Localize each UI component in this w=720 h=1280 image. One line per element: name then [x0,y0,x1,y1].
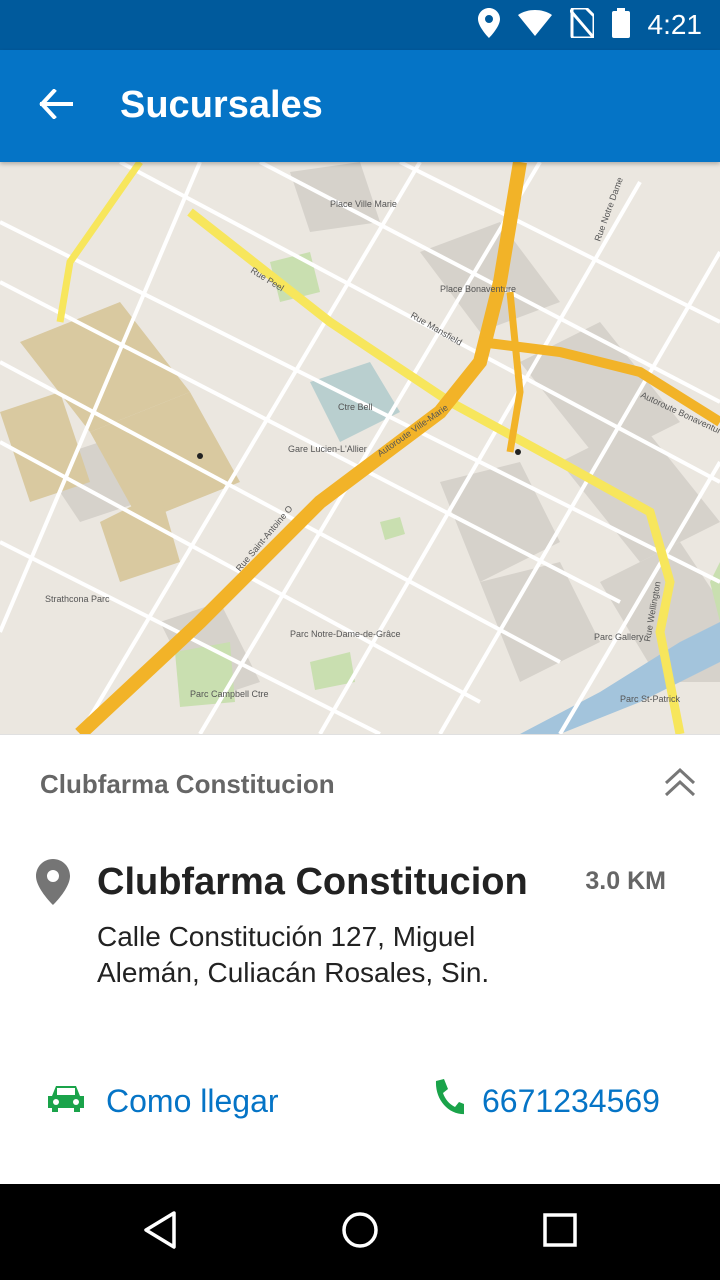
map-label: Strathcona Parc [45,594,110,604]
map-label: Parc Campbell Ctre [190,689,269,699]
back-triangle-icon [142,1210,178,1255]
map-label: Ctre Bell [338,402,373,412]
nav-back-button[interactable] [136,1208,184,1256]
location-icon [477,7,500,43]
back-button[interactable] [28,78,84,134]
directions-label: Como llegar [106,1082,279,1119]
branch-panel-header[interactable]: Clubfarma Constitucion [0,734,720,832]
nav-home-button[interactable] [336,1208,384,1256]
wifi-icon [517,9,552,41]
home-circle-icon [340,1210,380,1255]
collapse-button[interactable] [658,761,702,805]
battery-icon [611,7,630,43]
map-label: Parc Notre-Dame-de-Grâce [290,629,401,639]
page-title: Sucursales [120,84,323,126]
map-label: Parc St-Patrick [620,694,681,704]
phone-number: 6671234569 [482,1082,660,1119]
status-time: 4:21 [647,9,703,40]
branch-distance: 3.0 KM [585,867,666,895]
directions-button[interactable]: Como llegar [46,1077,279,1125]
map-label: Parc Gallery [594,632,644,642]
status-bar: 4:21 [0,0,720,50]
arrow-left-icon [39,87,74,124]
map-pin-icon [36,859,70,910]
branch-card: Clubfarma Constitucion 3.0 KM Calle Cons… [0,831,720,1183]
nav-recents-button[interactable] [536,1208,584,1256]
map-canvas: Rue Peel Autoroute Ville-Marie Place Bon… [0,162,720,734]
phone-button[interactable]: 6671234569 [430,1077,660,1125]
map-label: Gare Lucien-L'Allier [288,444,367,454]
app-bar: Sucursales [0,50,720,162]
status-icons: 4:21 [477,0,703,50]
map-label: Place Bonaventure [440,284,516,294]
no-sim-icon [568,6,595,43]
map-view[interactable]: Rue Peel Autoroute Ville-Marie Place Bon… [0,162,720,734]
phone-icon [430,1078,469,1124]
recents-square-icon [542,1212,578,1253]
double-chevron-up-icon [658,767,702,809]
branch-address: Calle Constitución 127, Miguel Alemán, C… [97,921,490,988]
car-icon [46,1084,86,1119]
branch-name: Clubfarma Constitucion [97,861,528,903]
system-nav-bar [0,1184,720,1280]
map-label: Place Ville Marie [330,199,397,209]
panel-header-title: Clubfarma Constitucion [40,769,335,799]
